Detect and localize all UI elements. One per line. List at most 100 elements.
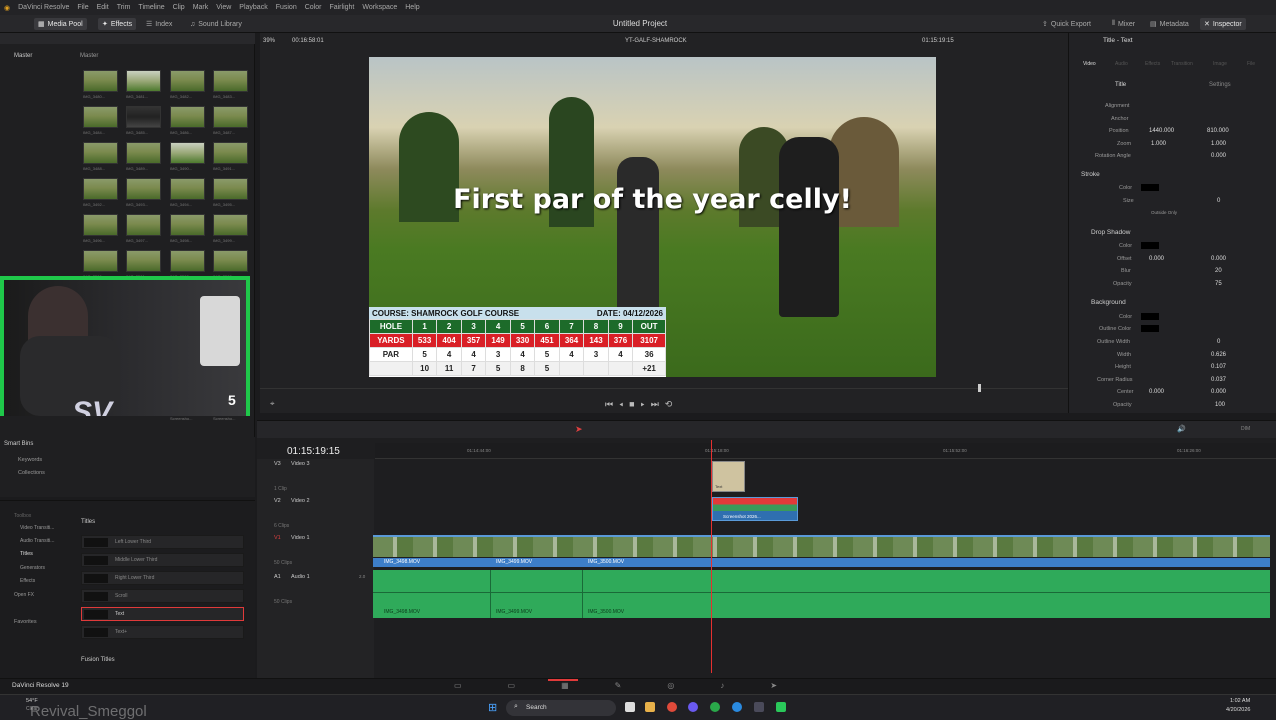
taskbar-search-box[interactable]: ⌕ Search [506,700,616,716]
subtab-settings[interactable]: Settings [1209,82,1231,88]
chrome-icon[interactable] [667,702,677,712]
clip-thumbnail[interactable] [213,106,248,128]
title-item-text[interactable]: Text [81,607,244,621]
system-clock-date[interactable]: 4/20/2026 [1226,707,1250,713]
xbox-icon[interactable] [710,702,720,712]
bin-master[interactable]: Master [14,53,32,59]
category-generators[interactable]: Generators [20,565,45,571]
fusion-titles-header[interactable]: Fusion Titles [81,657,115,663]
timeline-ruler[interactable] [375,443,1276,459]
menu-workspace[interactable]: Workspace [362,4,397,11]
outline-width-field[interactable]: 0 [1217,339,1220,345]
clip-thumbnail[interactable] [170,106,205,128]
sound-library-button[interactable]: ♫ Sound Library [186,18,246,30]
clip-thumbnail[interactable] [213,70,248,92]
rotation-field[interactable]: 0.000 [1211,153,1226,159]
clip-thumbnail[interactable] [83,142,118,164]
clip-thumbnail[interactable] [83,214,118,236]
menu-trim[interactable]: Trim [117,4,131,11]
title-item-middle-lower-third[interactable]: Middle Lower Third [81,553,244,567]
track-v3-name[interactable]: Video 3 [291,461,310,467]
scrubber-track[interactable] [260,388,1068,389]
transform-icon[interactable]: ⌖ [270,399,275,409]
clip-thumbnail[interactable] [126,142,161,164]
clip-thumbnail[interactable] [83,250,118,272]
category-titles[interactable]: Titles [20,551,33,557]
menu-playback[interactable]: Playback [239,4,267,11]
clip-thumbnail[interactable] [170,250,205,272]
title-item-text-plus[interactable]: Text+ [81,625,244,639]
offset-x-field[interactable]: 0.000 [1149,256,1164,262]
video1-clip-strip[interactable] [373,535,1270,557]
title-clip[interactable]: Text [712,461,745,492]
dim-button[interactable]: DIM [1241,426,1250,432]
track-v1-name[interactable]: Video 1 [291,535,310,541]
section-drop-shadow[interactable]: Drop Shadow [1091,229,1130,236]
index-button[interactable]: ☰ Index [142,18,176,30]
title-item-scroll[interactable]: Scroll [81,589,244,603]
zoom-level[interactable]: 39% [263,38,275,44]
clip-thumbnail[interactable] [126,250,161,272]
media-pool-button[interactable]: ▦ Media Pool [34,18,87,30]
clip-thumbnail[interactable] [170,142,205,164]
task-view-icon[interactable] [625,702,635,712]
clip-thumbnail[interactable] [170,178,205,200]
height-field[interactable]: 0.107 [1211,364,1226,370]
stroke-size-field[interactable]: 0 [1217,198,1220,204]
edge-icon[interactable] [732,702,742,712]
clip-thumbnail[interactable] [126,106,161,128]
tab-audio[interactable]: Audio [1115,61,1128,67]
clip-thumbnail[interactable] [83,70,118,92]
menu-clip[interactable]: Clip [173,4,185,11]
menu-file[interactable]: File [77,4,88,11]
keywords-bin[interactable]: Keywords [18,457,42,463]
clip-thumbnail[interactable] [213,142,248,164]
inspector-button[interactable]: ✕ Inspector [1200,18,1246,30]
title-item-right-lower-third[interactable]: Right Lower Third [81,571,244,585]
stroke-color-swatch[interactable] [1141,184,1159,191]
clip-thumbnail[interactable] [170,214,205,236]
outline-color-swatch[interactable] [1141,325,1159,332]
tab-image[interactable]: Image [1213,61,1227,67]
selection-tool-icon[interactable]: ➤ [575,424,583,435]
blur-field[interactable]: 20 [1215,268,1222,274]
clip-thumbnail[interactable] [170,70,205,92]
corner-radius-field[interactable]: 0.037 [1211,377,1226,383]
zoom-y-field[interactable]: 1.000 [1211,141,1226,147]
volume-icon[interactable]: 🔊 [1177,425,1186,433]
metadata-button[interactable]: ▤ Metadata [1146,18,1193,30]
subtab-title[interactable]: Title [1115,82,1126,88]
scrubber-handle[interactable] [978,384,981,392]
clip-thumbnail[interactable] [126,214,161,236]
clip-thumbnail[interactable] [126,70,161,92]
timeline-name[interactable]: YT-GALF-SHAMROCK [625,38,687,44]
menu-help[interactable]: Help [405,4,419,11]
quick-export-button[interactable]: ⇪ Quick Export [1038,18,1095,30]
mixer-button[interactable]: ⫴ Mixer [1108,18,1139,30]
menu-edit[interactable]: Edit [97,4,109,11]
menu-view[interactable]: View [216,4,231,11]
section-background[interactable]: Background [1091,299,1126,306]
transport-controls[interactable]: ⏮◂■▸⏭⟲ [605,399,678,410]
outside-only-checkbox[interactable]: Outside Only [1151,210,1177,215]
title-caption[interactable]: First par of the year celly! [369,184,936,215]
discord-icon[interactable] [688,702,698,712]
clip-thumbnail[interactable] [213,214,248,236]
category-audio-transitions[interactable]: Audio Transiti... [20,538,54,544]
position-y-field[interactable]: 810.000 [1207,128,1229,134]
shadow-opacity-field[interactable]: 75 [1215,281,1222,287]
clip-thumbnail[interactable] [83,178,118,200]
file-explorer-icon[interactable] [645,702,655,712]
toolbox-item[interactable]: Toolbox [14,513,31,519]
center-y-field[interactable]: 0.000 [1211,389,1226,395]
system-clock-time[interactable]: 1:02 AM [1230,698,1250,704]
video-frame[interactable]: First par of the year celly! COURSE: SHA… [369,57,936,377]
clip-thumbnail[interactable] [126,178,161,200]
clip-thumbnail[interactable] [213,178,248,200]
position-x-field[interactable]: 1440.000 [1149,128,1174,134]
track-v2-name[interactable]: Video 2 [291,498,310,504]
openfx-item[interactable]: Open FX [14,592,34,598]
favorites-item[interactable]: Favorites [14,619,37,625]
track-a1-name[interactable]: Audio 1 [291,574,310,580]
app-name[interactable]: DaVinci Resolve [18,4,69,11]
